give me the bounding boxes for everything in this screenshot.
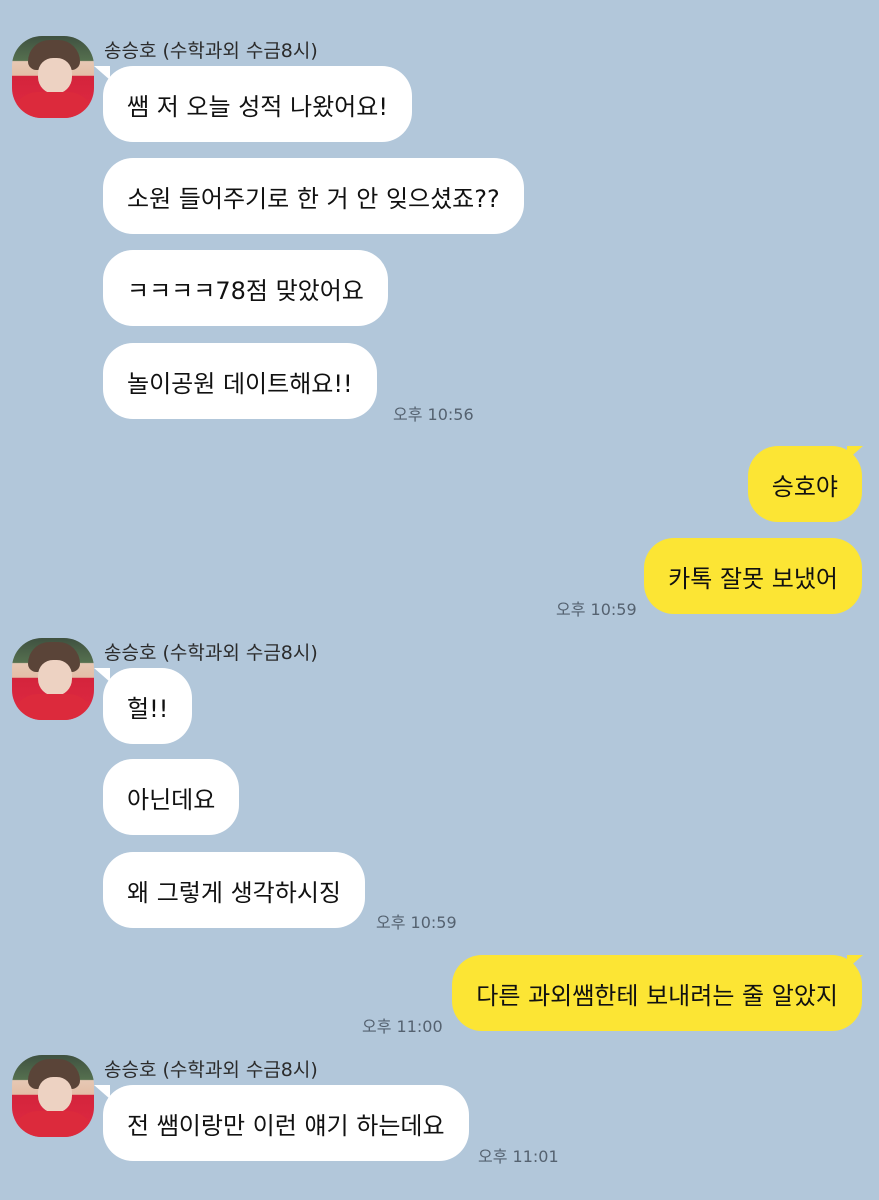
incoming-message[interactable]: 쌤 저 오늘 성적 나왔어요! <box>103 66 412 142</box>
message-time: 오후 10:56 <box>393 405 474 424</box>
incoming-message[interactable]: 아닌데요 <box>103 759 240 835</box>
contact-avatar[interactable] <box>12 36 94 118</box>
incoming-message[interactable]: 전 쌤이랑만 이런 얘기 하는데요 <box>103 1085 469 1161</box>
outgoing-message[interactable]: 다른 과외쌤한테 보내려는 줄 알았지 <box>452 955 862 1031</box>
incoming-message[interactable]: ㅋㅋㅋㅋ78점 맞았어요 <box>103 250 388 326</box>
incoming-message[interactable]: 왜 그렇게 생각하시징 <box>103 852 365 928</box>
contact-avatar[interactable] <box>12 638 94 720</box>
contact-avatar[interactable] <box>12 1055 94 1137</box>
sender-name: 송승호 (수학과외 수금8시) <box>104 642 318 664</box>
message-time: 오후 10:59 <box>556 600 637 619</box>
message-time: 오후 11:00 <box>362 1017 443 1036</box>
outgoing-message[interactable]: 카톡 잘못 보냈어 <box>644 538 862 614</box>
sender-name: 송승호 (수학과외 수금8시) <box>104 40 318 62</box>
incoming-message[interactable]: 소원 들어주기로 한 거 안 잊으셨죠?? <box>103 158 524 234</box>
incoming-message[interactable]: 헐!! <box>103 668 193 744</box>
message-time: 오후 11:01 <box>478 1147 559 1166</box>
incoming-message[interactable]: 놀이공원 데이트해요!! <box>103 343 377 419</box>
outgoing-message[interactable]: 승호야 <box>747 446 862 522</box>
message-time: 오후 10:59 <box>376 913 457 932</box>
sender-name: 송승호 (수학과외 수금8시) <box>104 1059 318 1081</box>
